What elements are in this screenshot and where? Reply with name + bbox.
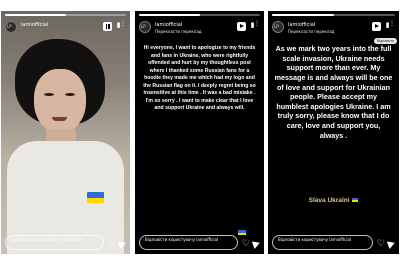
reply-placeholder: Відповісти користувачу lamiofficial xyxy=(145,236,219,242)
reply-placeholder: Відповісти користувачу lamiofficial xyxy=(278,236,352,242)
play-icon[interactable] xyxy=(237,22,246,31)
story-header: lamiofficial Перекласти переклад ▮ ⋮ Від… xyxy=(272,19,397,44)
signoff-text: Slava Ukraїni xyxy=(308,197,350,204)
avatar[interactable] xyxy=(272,21,284,33)
story-message: As we mark two years into the full scale… xyxy=(274,44,393,140)
ukraine-flag-emoji xyxy=(352,198,359,203)
username[interactable]: lamiofficial xyxy=(288,22,315,28)
story-progress-bar xyxy=(272,14,395,16)
pause-icon[interactable] xyxy=(103,22,112,31)
username[interactable]: lamiofficial xyxy=(21,22,48,28)
avatar[interactable] xyxy=(139,21,151,33)
more-icon[interactable]: ⋮ xyxy=(120,21,126,27)
story-panel-video[interactable]: lamiofficial ▮ ⋮ Відповісти користувачу … xyxy=(1,11,130,254)
play-icon[interactable] xyxy=(372,22,381,31)
heart-icon[interactable]: ♡ xyxy=(108,239,116,248)
more-icon[interactable]: ⋮ xyxy=(254,21,260,27)
username[interactable]: lamiofficial xyxy=(155,22,182,28)
ukraine-flag-emoji xyxy=(238,230,246,235)
more-icon[interactable]: ⋮ xyxy=(389,21,395,27)
story-panel-anniversary[interactable]: lamiofficial Перекласти переклад ▮ ⋮ Від… xyxy=(268,11,399,254)
story-header: lamiofficial ▮ ⋮ xyxy=(5,19,126,37)
reply-input[interactable]: Відповісти користувачу lamiofficial xyxy=(272,235,373,250)
video-frame xyxy=(1,11,130,254)
send-icon[interactable] xyxy=(386,239,397,249)
send-icon[interactable] xyxy=(251,239,262,249)
translate-link[interactable]: Перекласти переклад xyxy=(155,29,202,34)
person-mouth xyxy=(52,117,67,121)
story-header: lamiofficial Перекласти переклад ▮ ⋮ xyxy=(139,19,260,37)
story-panel-apology[interactable]: lamiofficial Перекласти переклад ▮ ⋮ Hi … xyxy=(135,11,264,254)
ukraine-flag-patch xyxy=(87,192,104,203)
heart-icon[interactable]: ♡ xyxy=(377,239,385,248)
signoff-line: Slava Ukraїni xyxy=(268,197,399,204)
translate-link[interactable]: Перекласти переклад xyxy=(288,29,335,34)
person-face xyxy=(34,69,86,133)
person-eye-right xyxy=(65,93,75,96)
person-eye-left xyxy=(44,93,54,96)
story-progress-bar xyxy=(5,14,126,16)
reply-input[interactable]: Відповісти користувачу lamiofficial xyxy=(5,235,104,250)
story-message: Hi everyone, I want to apologize to my f… xyxy=(143,45,256,112)
reply-placeholder: Відповісти користувачу lamiofficial xyxy=(11,236,85,242)
heart-icon[interactable]: ♡ xyxy=(242,239,250,248)
reply-input[interactable]: Відповісти користувачу lamiofficial xyxy=(139,235,238,250)
avatar[interactable] xyxy=(5,21,17,33)
story-progress-bar xyxy=(139,14,260,16)
